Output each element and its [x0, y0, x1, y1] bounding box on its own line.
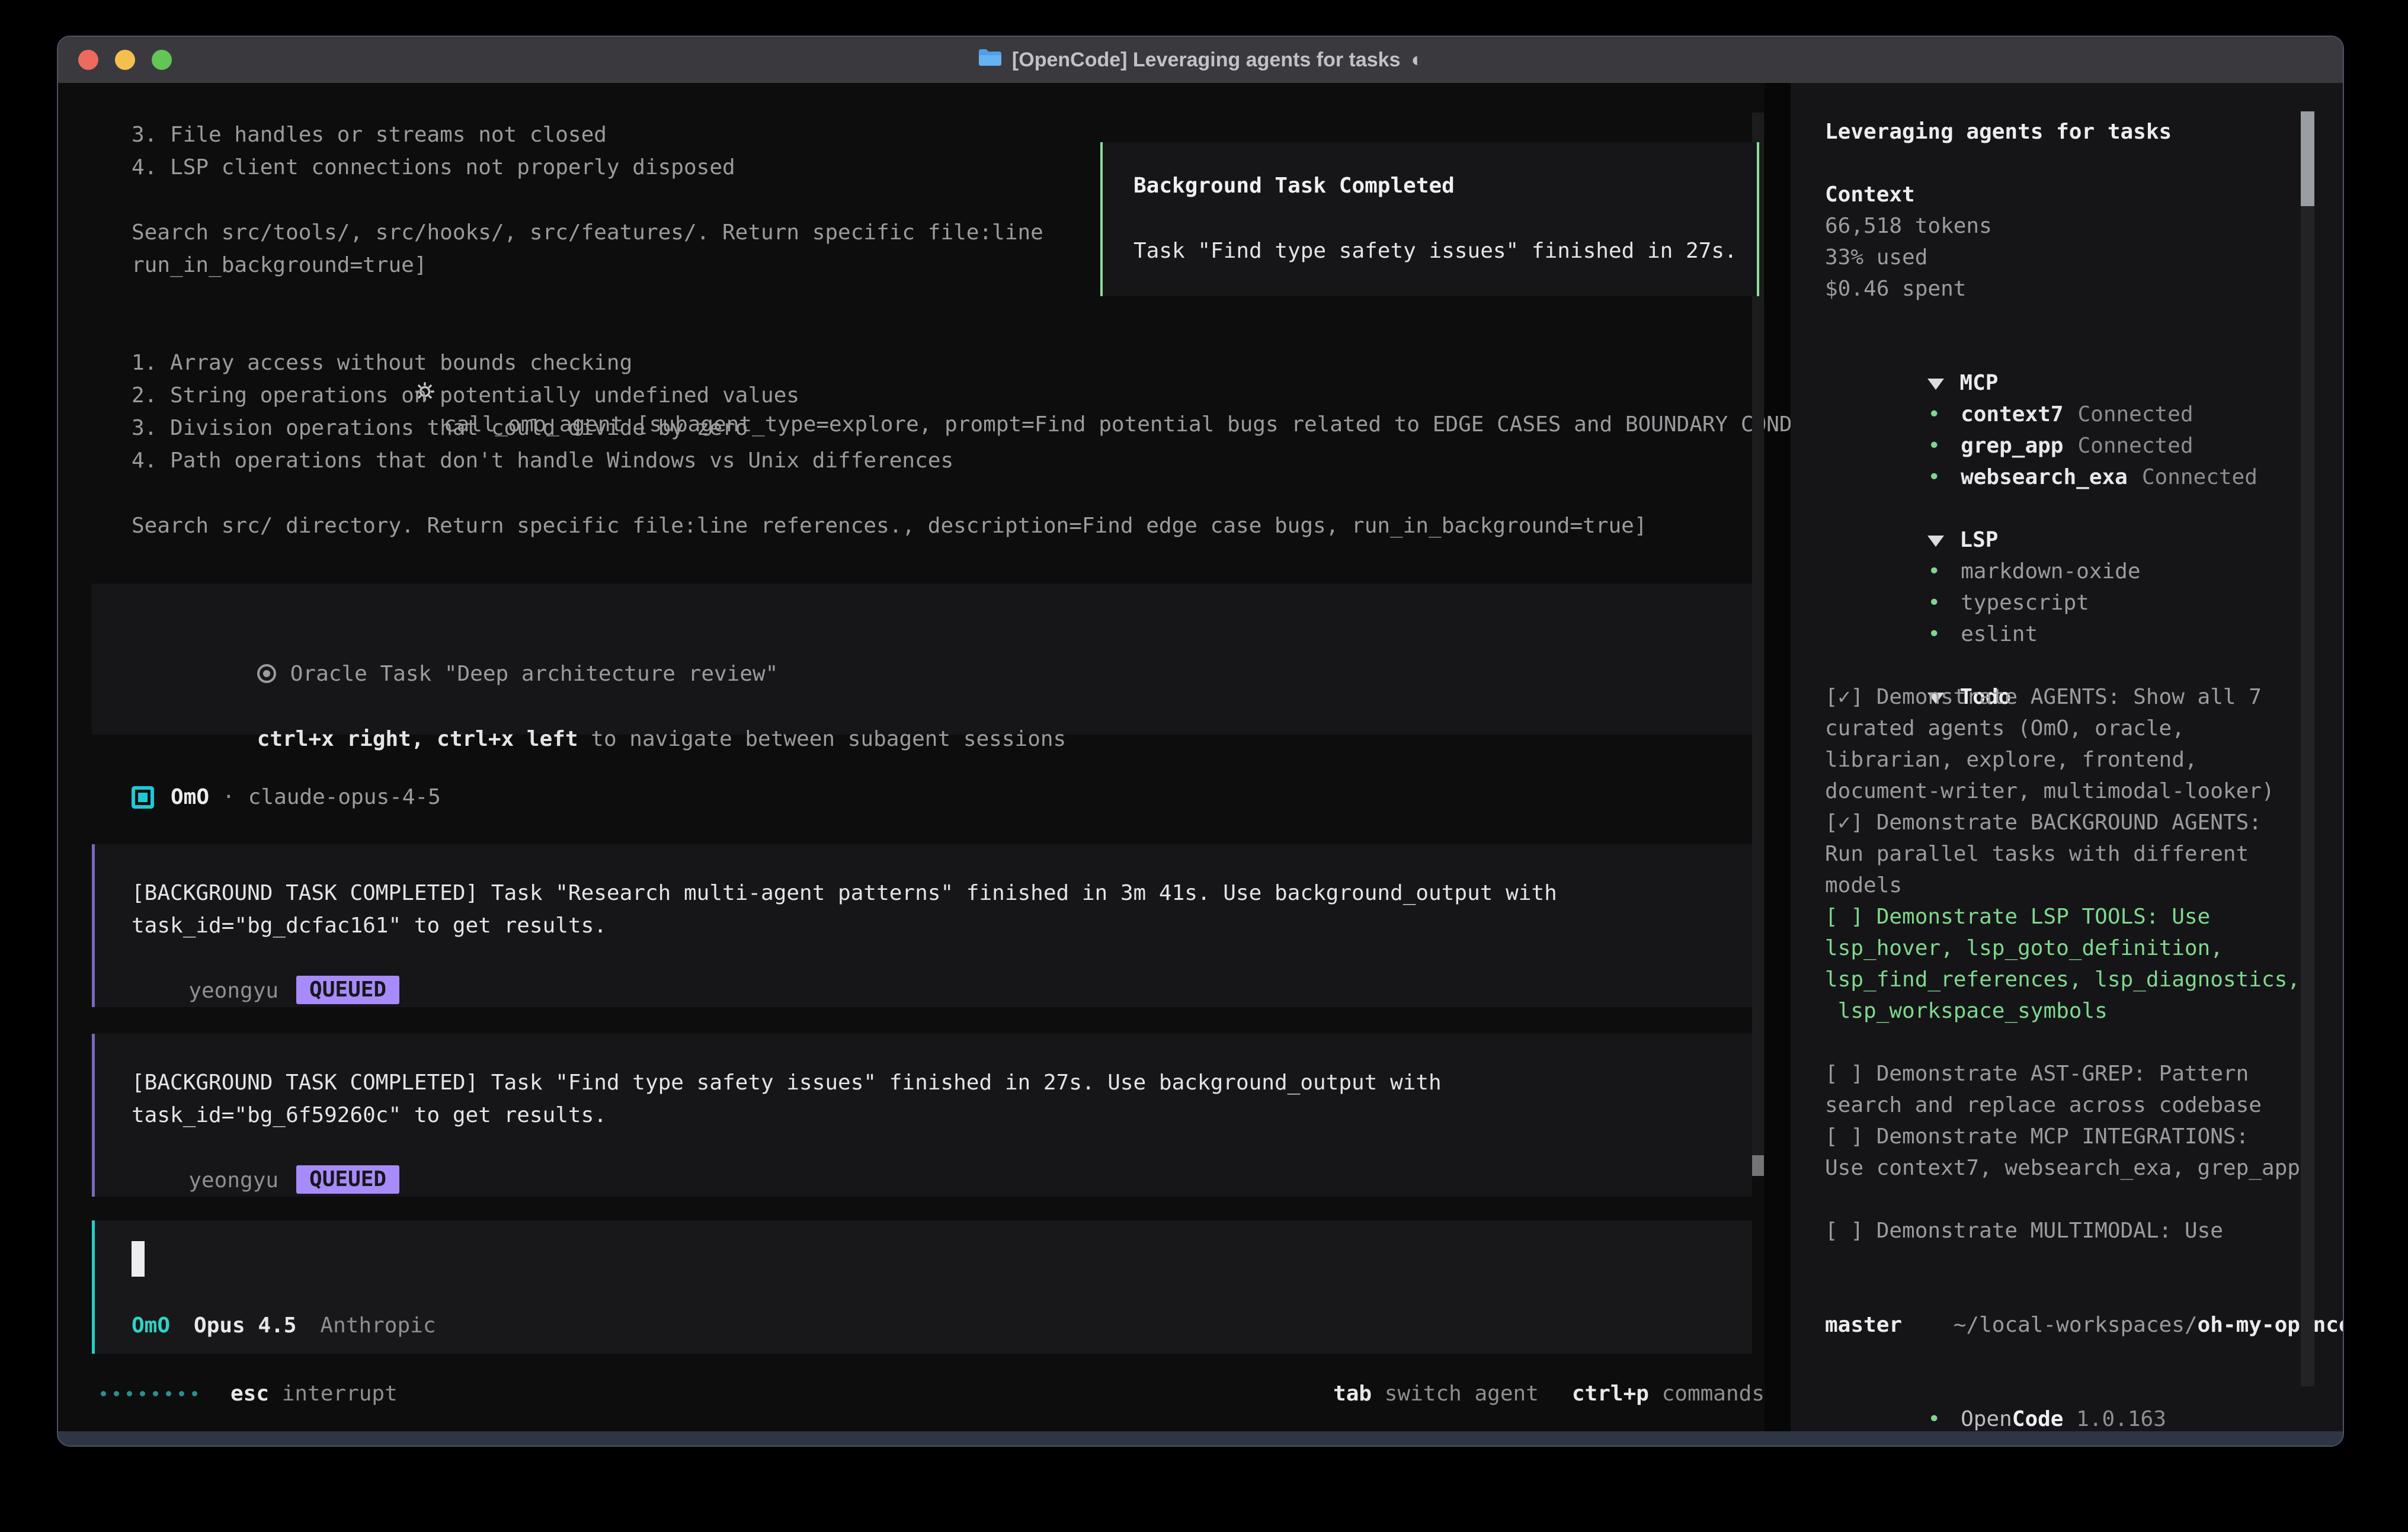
- mcp-section-header[interactable]: MCP: [1825, 336, 2343, 367]
- todo-item-done: [✓] Demonstrate BACKGROUND AGENTS: Run p…: [1825, 807, 2343, 901]
- ctrlp-key-label: commands: [1649, 1382, 1765, 1406]
- oracle-task-title-line: Oracle Task "Deep architecture review": [129, 625, 1752, 658]
- oracle-hint-line: ctrl+x right, ctrl+x left to navigate be…: [129, 690, 1752, 723]
- agent-name: OmO: [171, 785, 209, 809]
- status-badge: QUEUED: [296, 976, 399, 1004]
- tab-key-hint: tab: [1333, 1382, 1372, 1406]
- dot-icon: •: [1927, 465, 1941, 489]
- terminal-output-line: Search src/ directory. Return specific f…: [132, 509, 1997, 542]
- input-provider-label: Anthropic: [320, 1313, 436, 1338]
- folder-icon: [978, 48, 1001, 72]
- version-line: •OpenCode 1.0.163: [1825, 1372, 2343, 1403]
- status-badge: QUEUED: [296, 1165, 399, 1194]
- agent-square-icon: [132, 786, 154, 809]
- titlebar[interactable]: [OpenCode] Leveraging agents for tasks ◐: [58, 37, 2343, 83]
- message-author-row: yeongyuQUEUED: [132, 942, 1752, 975]
- message-line: [BACKGROUND TASK COMPLETED] Task "Find t…: [132, 1066, 1752, 1099]
- chat-scrollbar-thumb[interactable]: [1752, 1155, 1764, 1176]
- context-tokens: 66,518 tokens: [1825, 210, 2343, 242]
- context-heading: Context: [1825, 179, 2343, 210]
- spinner-dots: [101, 1391, 197, 1396]
- context-used: 33% used: [1825, 242, 2343, 273]
- session-sidebar: Leveraging agents for tasks Context 66,5…: [1791, 83, 2343, 1431]
- message-line: [BACKGROUND TASK COMPLETED] Task "Resear…: [132, 877, 1752, 909]
- prompt-input[interactable]: OmO Opus 4.5 Anthropic: [92, 1220, 1752, 1354]
- oracle-hint-text: to navigate between subagent sessions: [578, 727, 1067, 751]
- background-task-message: [BACKGROUND TASK COMPLETED] Task "Find t…: [92, 1034, 1752, 1197]
- commands-hint: ctrl+p commands: [1572, 1382, 1765, 1406]
- terminal-output-line: 4. Path operations that don't handle Win…: [132, 444, 1997, 477]
- chat-pane[interactable]: 3. File handles or streams not closed 4.…: [58, 83, 1765, 1431]
- dot-icon: •: [1927, 622, 1941, 646]
- ctrlp-key-hint: ctrl+p: [1572, 1382, 1649, 1406]
- sidebar-scrollbar-thumb[interactable]: [2301, 111, 2314, 206]
- background-task-message: [BACKGROUND TASK COMPLETED] Task "Resear…: [92, 844, 1752, 1007]
- esc-key-hint: esc: [230, 1382, 269, 1406]
- record-circle-icon: [257, 664, 276, 683]
- window-title: [OpenCode] Leveraging agents for tasks ◐: [978, 48, 1423, 72]
- close-button[interactable]: [78, 50, 98, 70]
- tab-key-label: switch agent: [1372, 1382, 1539, 1406]
- status-bar: esc interrupt tab switch agent ctrl+p co…: [101, 1377, 1765, 1410]
- notification-spacer: [1133, 202, 1757, 235]
- oracle-task-title: Oracle Task "Deep architecture review": [290, 662, 779, 686]
- todo-item-pending: [ ] Demonstrate AST-GREP: Pattern search…: [1825, 1058, 2343, 1121]
- minimize-button[interactable]: [115, 50, 135, 70]
- text-cursor: [132, 1241, 145, 1277]
- todo-item-pending: [ ] Demonstrate MCP INTEGRATIONS: Use co…: [1825, 1121, 2343, 1184]
- agent-separator: ·: [222, 785, 235, 809]
- dot-icon: •: [1927, 559, 1941, 584]
- status-right: tab switch agent ctrl+p commands: [1300, 1382, 1765, 1406]
- todo-item-done: [✓] Demonstrate AGENTS: Show all 7 curat…: [1825, 681, 2343, 807]
- input-footer: OmO Opus 4.5 Anthropic: [132, 1309, 436, 1342]
- opencode-window: [OpenCode] Leveraging agents for tasks ◐…: [57, 36, 2344, 1447]
- workspace-path: ~/local-workspaces/oh-my-opencode: maste…: [1825, 1278, 2343, 1341]
- dot-icon: •: [1927, 434, 1941, 458]
- traffic-lights: [78, 37, 172, 83]
- message-author: yeongyu: [188, 979, 278, 1003]
- triangle-down-icon: [1927, 536, 1944, 547]
- agent-header: OmO · claude-opus-4-5: [132, 781, 441, 813]
- todo-item-pending: [ ] Demonstrate MULTIMODAL: Use: [1825, 1215, 2343, 1246]
- session-title: Leveraging agents for tasks: [1825, 116, 2343, 148]
- message-author-row: yeongyuQUEUED: [132, 1132, 1752, 1164]
- app-content: 3. File handles or streams not closed 4.…: [58, 83, 2343, 1431]
- zoom-button[interactable]: [152, 50, 172, 70]
- dot-icon: •: [1927, 591, 1941, 615]
- esc-key-label: interrupt: [269, 1382, 398, 1406]
- oracle-task-box[interactable]: Oracle Task "Deep architecture review" c…: [92, 584, 1752, 735]
- dot-icon: •: [1927, 1407, 1941, 1431]
- notification-title: Background Task Completed: [1133, 169, 1757, 202]
- notification-body: Task "Find type safety issues" finished …: [1133, 235, 1757, 267]
- input-model-label[interactable]: Opus 4.5: [194, 1313, 296, 1338]
- oracle-hint-keys: ctrl+x right, ctrl+x left: [257, 727, 578, 751]
- sidebar-scrollbar[interactable]: [2301, 111, 2314, 1386]
- half-circle-icon: ◐: [1411, 49, 1424, 72]
- lsp-section-header[interactable]: LSP: [1825, 493, 2343, 524]
- tab-hint: tab switch agent: [1333, 1382, 1539, 1406]
- window-title-text: [OpenCode] Leveraging agents for tasks: [1012, 49, 1401, 72]
- tool-call-line: call_omo_agent [subagent_type=explore, p…: [132, 314, 1997, 347]
- terminal-output-line: [132, 477, 1997, 509]
- message-line: task_id="bg_dcfac161" to get results.: [132, 909, 1752, 942]
- status-left: esc interrupt: [101, 1382, 398, 1406]
- triangle-down-icon: [1927, 379, 1944, 390]
- message-author: yeongyu: [188, 1168, 278, 1193]
- agent-model: claude-opus-4-5: [248, 785, 441, 809]
- input-agent-label[interactable]: OmO: [132, 1313, 170, 1338]
- todo-section-header[interactable]: Todo: [1825, 650, 2343, 681]
- dot-icon: •: [1927, 402, 1941, 427]
- todo-item-current: [ ] Demonstrate LSP TOOLS: Use lsp_hover…: [1825, 901, 2343, 1027]
- context-spent: $0.46 spent: [1825, 273, 2343, 305]
- background-task-notification: Background Task Completed Task "Find typ…: [1100, 142, 1759, 296]
- terminal-output-line: 2. String operations on potentially unde…: [132, 379, 1997, 412]
- message-line: task_id="bg_6f59260c" to get results.: [132, 1099, 1752, 1132]
